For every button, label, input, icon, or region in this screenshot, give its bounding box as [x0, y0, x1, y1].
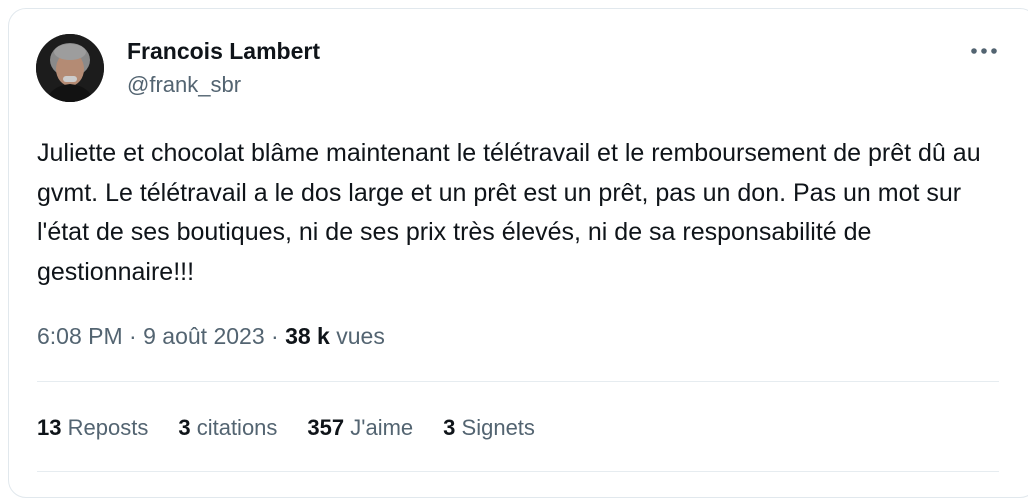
- stat-count: 3: [443, 415, 456, 440]
- author-handle[interactable]: @frank_sbr: [127, 70, 241, 100]
- tweet-time[interactable]: 6:08 PM: [37, 323, 123, 349]
- divider: [37, 471, 999, 472]
- more-options-button[interactable]: [968, 36, 1000, 66]
- likes-stat[interactable]: 357 J'aime: [307, 412, 413, 444]
- stat-label: citations: [196, 415, 278, 440]
- avatar-image: [36, 34, 104, 102]
- bookmarks-stat[interactable]: 3 Signets: [443, 412, 535, 444]
- citations-stat[interactable]: 3 citations: [178, 412, 277, 444]
- divider: [37, 381, 999, 382]
- tweet-meta: 6:08 PM · 9 août 2023 · 38 k vues: [37, 320, 385, 352]
- meta-separator: ·: [129, 323, 137, 349]
- stat-label: Signets: [461, 415, 535, 440]
- meta-separator: ·: [271, 323, 279, 349]
- stat-label: J'aime: [350, 415, 414, 440]
- stat-count: 357: [307, 415, 345, 440]
- more-horizontal-icon: [971, 48, 997, 54]
- tweet-date[interactable]: 9 août 2023: [143, 323, 265, 349]
- stat-count: 13: [37, 415, 62, 440]
- views-label: vues: [336, 323, 385, 349]
- stat-label: Reposts: [67, 415, 149, 440]
- tweet-text: Juliette et chocolat blâme maintenant le…: [37, 139, 981, 286]
- views-count: 38 k: [285, 323, 330, 349]
- stat-count: 3: [178, 415, 191, 440]
- author-name[interactable]: Francois Lambert: [127, 36, 320, 66]
- engagement-stats: 13 Reposts 3 citations 357 J'aime 3 Signets: [37, 412, 565, 444]
- avatar[interactable]: [36, 34, 104, 102]
- reposts-stat[interactable]: 13 Reposts: [37, 412, 148, 444]
